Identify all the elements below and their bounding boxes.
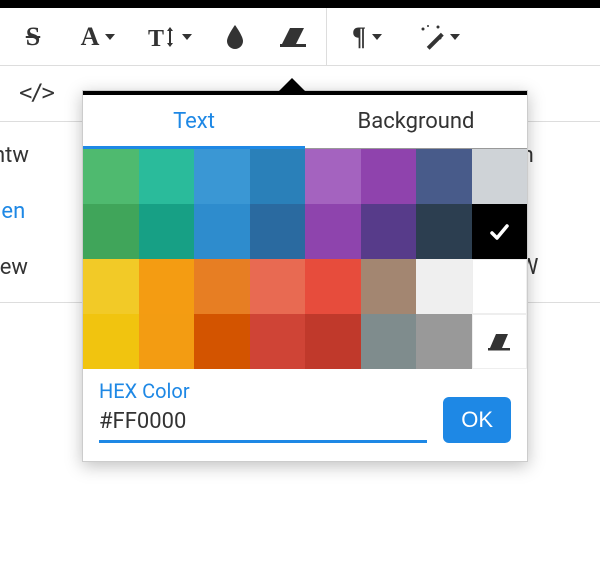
color-tabs: Text Background <box>83 95 527 149</box>
tint-icon <box>225 24 245 50</box>
color-swatch[interactable] <box>250 204 306 259</box>
eraser-icon <box>278 26 308 48</box>
color-swatch[interactable] <box>472 204 528 259</box>
color-swatch[interactable] <box>361 259 417 314</box>
pilcrow-icon: ¶ <box>352 22 366 52</box>
color-swatch[interactable] <box>472 149 528 204</box>
color-swatch[interactable] <box>361 204 417 259</box>
content-text: n new <box>0 255 28 280</box>
color-reset-swatch[interactable] <box>472 314 528 369</box>
strikethrough-icon: S <box>26 22 40 52</box>
color-swatch[interactable] <box>83 149 139 204</box>
hex-label: HEX Color <box>99 379 427 403</box>
svg-text:T: T <box>148 26 164 50</box>
check-icon <box>488 221 510 243</box>
color-swatch[interactable] <box>305 204 361 259</box>
chevron-down-icon <box>372 34 382 40</box>
color-swatch[interactable] <box>83 314 139 369</box>
color-swatch[interactable] <box>416 259 472 314</box>
content-link[interactable]: umen <box>0 199 25 224</box>
color-swatch[interactable] <box>250 259 306 314</box>
color-popover: Text Background HEX Color OK <box>82 90 528 462</box>
color-swatch[interactable] <box>416 314 472 369</box>
color-swatch-grid <box>83 149 527 369</box>
strikethrough-button[interactable]: S <box>4 8 62 66</box>
editor-toolbar: S A T ¶ <box>0 8 600 66</box>
color-swatch[interactable] <box>194 204 250 259</box>
chevron-down-icon <box>182 34 192 40</box>
color-swatch[interactable] <box>194 259 250 314</box>
color-swatch[interactable] <box>139 204 195 259</box>
ok-button[interactable]: OK <box>443 397 511 443</box>
hex-input[interactable] <box>99 405 427 443</box>
color-swatch[interactable] <box>305 149 361 204</box>
color-swatch[interactable] <box>416 149 472 204</box>
tab-background-color[interactable]: Background <box>305 95 527 148</box>
eraser-button[interactable] <box>264 8 322 66</box>
color-swatch[interactable] <box>472 259 528 314</box>
color-swatch[interactable] <box>194 149 250 204</box>
color-swatch[interactable] <box>83 259 139 314</box>
paragraph-button[interactable]: ¶ <box>331 8 403 66</box>
eraser-icon <box>486 332 512 352</box>
font-family-button[interactable]: A <box>62 8 134 66</box>
color-swatch[interactable] <box>139 149 195 204</box>
magic-button[interactable] <box>403 8 475 66</box>
magic-wand-icon <box>418 24 444 50</box>
font-icon: A <box>81 22 100 52</box>
toolbar-separator <box>326 8 327 66</box>
color-swatch[interactable] <box>194 314 250 369</box>
popover-arrow <box>279 78 305 91</box>
tab-text-color[interactable]: Text <box>83 95 305 148</box>
chevron-down-icon <box>450 34 460 40</box>
color-swatch[interactable] <box>416 204 472 259</box>
color-swatch[interactable] <box>83 204 139 259</box>
code-icon: </> <box>19 81 53 106</box>
text-color-button[interactable] <box>206 8 264 66</box>
color-swatch[interactable] <box>361 314 417 369</box>
color-swatch[interactable] <box>361 149 417 204</box>
code-view-button[interactable]: </> <box>12 65 60 123</box>
color-swatch[interactable] <box>250 314 306 369</box>
color-swatch[interactable] <box>250 149 306 204</box>
text-height-icon: T <box>148 24 176 50</box>
color-swatch[interactable] <box>305 259 361 314</box>
chevron-down-icon <box>105 34 115 40</box>
color-swatch[interactable] <box>139 259 195 314</box>
font-size-button[interactable]: T <box>134 8 206 66</box>
color-swatch[interactable] <box>305 314 361 369</box>
color-swatch[interactable] <box>139 314 195 369</box>
content-text: lightw <box>0 143 29 168</box>
